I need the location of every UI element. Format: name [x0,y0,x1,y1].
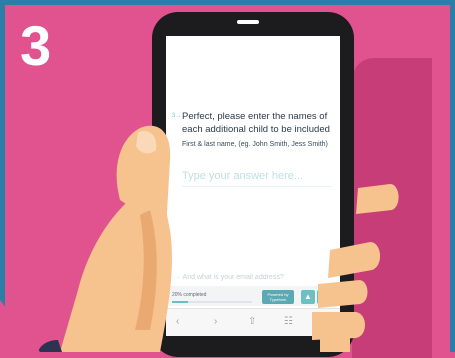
progress-fill [172,301,188,303]
question-number: 3→ [172,113,182,119]
question-text: Perfect, please enter the names of each … [182,111,330,135]
forward-arrow-icon[interactable]: › [214,316,217,327]
phone-speaker [237,20,259,24]
answer-input[interactable]: Type your answer here... [182,170,303,182]
chevron-up-icon[interactable]: ▲ [301,290,315,304]
book-icon[interactable]: ☷ [284,316,293,327]
powered-by-button[interactable]: Powered by Typeform [262,290,294,304]
step-number: 3 [20,14,52,77]
powered-by-brand: Typeform [269,297,287,302]
progress-label: 20% completed [172,292,207,298]
answer-underline [182,186,332,187]
question-hint: First & last name, (eg. John Smith, Jess… [182,141,328,148]
progress-bar [172,301,252,303]
back-arrow-icon[interactable]: ‹ [176,316,179,327]
chevron-down-icon[interactable]: ▼ [317,290,331,304]
phone-shadow [352,58,432,358]
share-icon[interactable]: ⇧ [248,316,256,327]
next-question-preview[interactable]: → And what is your email address? [174,274,284,281]
phone-screen: 3→ Perfect, please enter the names of ea… [166,36,340,336]
